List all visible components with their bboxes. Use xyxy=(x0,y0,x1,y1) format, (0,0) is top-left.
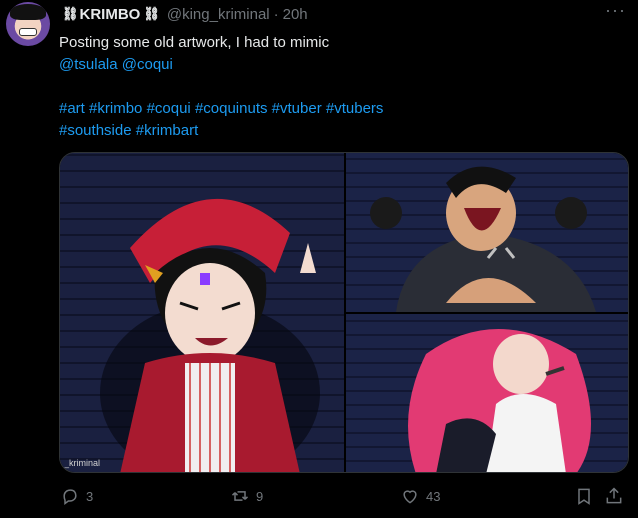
bookmark-icon xyxy=(578,488,590,505)
character-illustration-pink-hair xyxy=(408,329,591,472)
repost-count: 9 xyxy=(256,488,264,504)
action-bar: 3 9 43 xyxy=(0,482,638,512)
hashtag-link[interactable]: #vtubers xyxy=(326,100,384,117)
avatar[interactable] xyxy=(6,2,50,46)
tweet-text-line: Posting some old artwork, I had to mimic xyxy=(59,34,330,51)
avatar-hair xyxy=(10,4,46,20)
tweet[interactable]: ⛓ KRIMBO ⛓ @king_kriminal · 20h ··· Post… xyxy=(0,0,638,518)
hashtag-link[interactable]: #vtuber xyxy=(272,100,322,117)
reply-icon xyxy=(63,489,77,505)
tweet-time[interactable]: 20h xyxy=(283,6,308,23)
media-image-bottom-right[interactable] xyxy=(346,314,628,472)
chain-decor-right: ⛓ xyxy=(143,6,159,21)
hashtag-link[interactable]: #krimbo xyxy=(89,100,142,117)
heart-icon xyxy=(403,490,417,504)
hashtags-line: #art #krimbo #coqui #coquinuts #vtuber #… xyxy=(59,98,619,120)
author-name[interactable]: KRIMBO xyxy=(80,6,141,23)
repost-button[interactable]: 9 xyxy=(230,486,263,506)
character-illustration-red-hood xyxy=(100,198,320,472)
hashtags-line: #southside #krimbart xyxy=(59,120,619,142)
character-illustration-screaming-man xyxy=(370,166,596,312)
media-image-main[interactable]: _kriminal xyxy=(60,153,344,472)
bookmark-button[interactable] xyxy=(574,486,594,506)
hashtag-link[interactable]: #art xyxy=(59,100,85,117)
mentions-line: @tsulala @coqui xyxy=(59,54,619,76)
media-grid: _kriminal xyxy=(59,152,629,473)
mention-link[interactable]: @tsulala xyxy=(59,56,118,73)
more-options-icon[interactable]: ··· xyxy=(605,1,626,19)
hashtag-link[interactable]: #coqui xyxy=(147,100,191,117)
chain-decor-left: ⛓ xyxy=(62,6,78,21)
tweet-text: Posting some old artwork, I had to mimic… xyxy=(59,32,619,142)
share-button[interactable] xyxy=(604,486,624,506)
media-image-top-right[interactable] xyxy=(346,153,628,312)
hashtag-link[interactable]: #coquinuts xyxy=(195,100,268,117)
tweet-header: ⛓ KRIMBO ⛓ @king_kriminal · 20h xyxy=(59,4,308,24)
hashtag-link[interactable]: #krimbart xyxy=(136,122,199,139)
author-name-group[interactable]: ⛓ KRIMBO ⛓ xyxy=(59,6,161,23)
header-separator: · xyxy=(273,5,279,23)
reply-count: 3 xyxy=(86,488,94,504)
avatar-mouth xyxy=(19,28,37,36)
artist-watermark: _kriminal xyxy=(64,458,101,468)
author-handle[interactable]: @king_kriminal xyxy=(167,6,270,23)
share-icon xyxy=(606,487,622,504)
repost-icon xyxy=(231,491,249,501)
reply-button[interactable]: 3 xyxy=(60,486,93,506)
like-count: 43 xyxy=(426,488,441,504)
hashtag-link[interactable]: #southside xyxy=(59,122,132,139)
mention-link[interactable]: @coqui xyxy=(122,56,173,73)
like-button[interactable]: 43 xyxy=(400,486,440,506)
